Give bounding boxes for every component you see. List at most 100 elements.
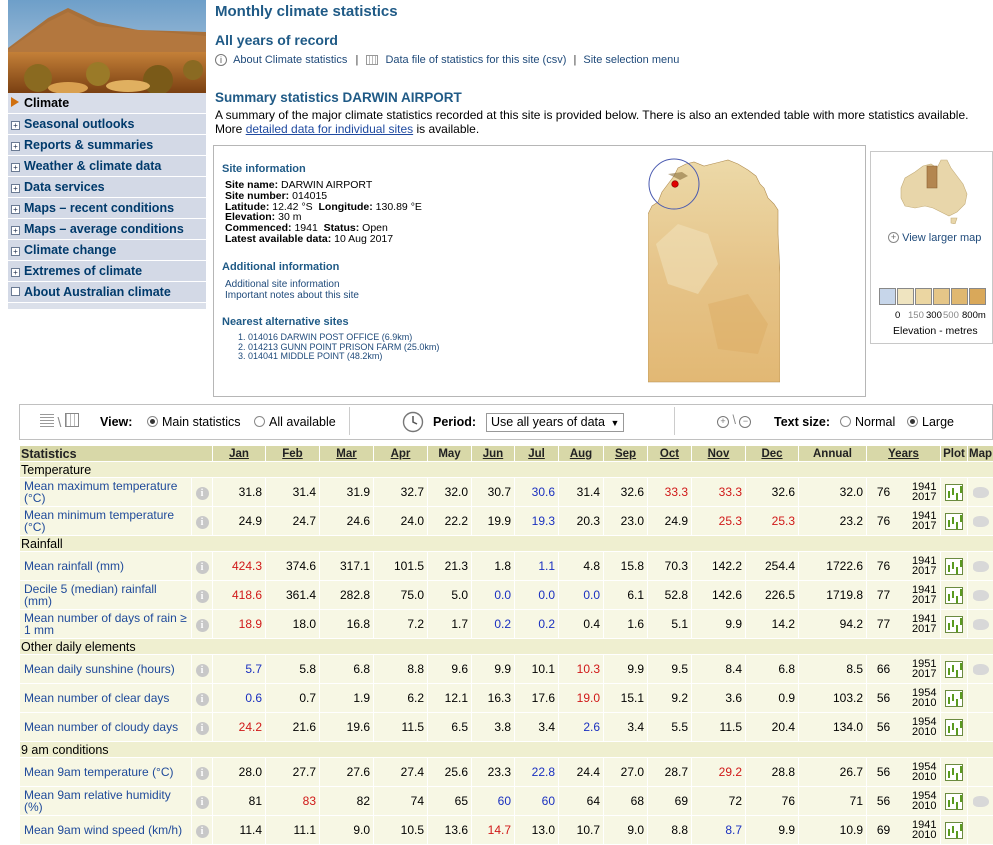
data-file-link[interactable]: Data file of statistics for this site (c…	[385, 54, 566, 66]
bar-chart-icon[interactable]	[945, 587, 963, 604]
annual-value-cell: 26.7	[799, 758, 867, 787]
statistic-name-link[interactable]: Mean number of clear days	[20, 684, 192, 713]
zoom-icons[interactable]: + \ −	[717, 413, 751, 428]
important-notes-link[interactable]: Important notes about this site	[225, 290, 359, 301]
value-cell: 0.9	[746, 684, 799, 713]
info-icon[interactable]: i	[196, 767, 209, 780]
column-header-sep[interactable]: Sep	[604, 446, 648, 462]
australia-map-icon[interactable]	[973, 590, 989, 601]
statistic-name-link[interactable]: Mean 9am wind speed (km/h)	[20, 816, 192, 845]
statistic-name-link[interactable]: Mean number of days of rain ≥ 1 mm	[20, 610, 192, 639]
info-cell: i	[192, 610, 213, 639]
about-climate-statistics-link[interactable]: About Climate statistics	[233, 54, 347, 66]
bar-chart-icon[interactable]	[945, 558, 963, 575]
statistic-name-link[interactable]: Decile 5 (median) rainfall (mm)	[20, 581, 192, 610]
info-icon[interactable]: i	[196, 825, 209, 838]
column-header-jun[interactable]: Jun	[472, 446, 515, 462]
bar-chart-icon[interactable]	[945, 764, 963, 781]
years-range: 19412017	[897, 614, 937, 634]
statistic-name-link[interactable]: Mean minimum temperature (°C)	[20, 507, 192, 536]
bar-chart-icon[interactable]	[945, 661, 963, 678]
zoom-in-icon: +	[717, 416, 729, 428]
value-cell: 69	[648, 787, 692, 816]
info-icon[interactable]: i	[196, 561, 209, 574]
sidebar-item-data-services[interactable]: +Data services	[8, 177, 206, 198]
australia-map-icon[interactable]	[973, 619, 989, 630]
australia-map-icon[interactable]	[973, 487, 989, 498]
list-view-icon	[40, 414, 54, 427]
additional-site-info-link[interactable]: Additional site information	[225, 279, 340, 290]
bar-chart-icon[interactable]	[945, 616, 963, 633]
statistic-name-link[interactable]: Mean 9am temperature (°C)	[20, 758, 192, 787]
value-cell: 32.6	[746, 478, 799, 507]
main-statistics-radio[interactable]: Main statistics	[147, 415, 241, 429]
info-icon[interactable]: i	[196, 722, 209, 735]
info-icon[interactable]: i	[196, 590, 209, 603]
info-icon[interactable]: i	[196, 796, 209, 809]
bar-chart-icon[interactable]	[945, 484, 963, 501]
statistic-name-link[interactable]: Mean number of cloudy days	[20, 713, 192, 742]
australia-map-icon[interactable]	[973, 796, 989, 807]
site-selection-link[interactable]: Site selection menu	[583, 54, 679, 66]
column-header-jul[interactable]: Jul	[515, 446, 559, 462]
statistic-name-link[interactable]: Mean daily sunshine (hours)	[20, 655, 192, 684]
divider-icon: \	[57, 414, 61, 430]
nearest-site-item[interactable]: 3. 014041 MIDDLE POINT (48.2km)	[238, 352, 439, 362]
australia-map-icon[interactable]	[973, 561, 989, 572]
view-toggle-icons[interactable]: \	[40, 413, 79, 430]
sidebar-item-weather-climate-data[interactable]: +Weather & climate data	[8, 156, 206, 177]
column-header-apr[interactable]: Apr	[374, 446, 428, 462]
value-cell: 0.4	[559, 610, 604, 639]
all-available-radio[interactable]: All available	[254, 415, 336, 429]
sidebar-item-about-australian-climate[interactable]: About Australian climate	[8, 282, 206, 303]
info-icon[interactable]: i	[196, 516, 209, 529]
australia-outline-map[interactable]	[897, 158, 971, 224]
bar-chart-icon[interactable]	[945, 513, 963, 530]
years-cell: 6919412010	[867, 816, 941, 845]
statistic-name-link[interactable]: Mean rainfall (mm)	[20, 552, 192, 581]
annual-value-cell: 8.5	[799, 655, 867, 684]
detailed-data-link[interactable]: detailed data for individual sites	[246, 122, 413, 136]
column-header-aug[interactable]: Aug	[559, 446, 604, 462]
value-cell: 19.3	[515, 507, 559, 536]
column-header-feb[interactable]: Feb	[266, 446, 320, 462]
bar-chart-icon[interactable]	[945, 822, 963, 839]
australia-map-icon[interactable]	[973, 516, 989, 527]
map-cell	[968, 610, 993, 639]
view-larger-map-link[interactable]: + View larger map	[888, 232, 981, 244]
value-cell: 9.5	[648, 655, 692, 684]
sidebar-item-seasonal-outlooks[interactable]: +Seasonal outlooks	[8, 114, 206, 135]
sidebar-item-reports-summaries[interactable]: +Reports & summaries	[8, 135, 206, 156]
column-header-nov[interactable]: Nov	[692, 446, 746, 462]
site-location-map[interactable]	[648, 154, 780, 387]
bar-chart-icon[interactable]	[945, 719, 963, 736]
sidebar-item-climate-change[interactable]: +Climate change	[8, 240, 206, 261]
large-text-radio[interactable]: Large	[907, 415, 954, 429]
latest-data-label: Latest available data:	[225, 233, 331, 245]
column-header-oct[interactable]: Oct	[648, 446, 692, 462]
value-cell: 22.2	[428, 507, 472, 536]
value-cell: 29.2	[692, 758, 746, 787]
sidebar-item-maps-average-conditions[interactable]: +Maps – average conditions	[8, 219, 206, 240]
statistic-name-link[interactable]: Mean maximum temperature (°C)	[20, 478, 192, 507]
column-header-dec[interactable]: Dec	[746, 446, 799, 462]
value-cell: 19.6	[320, 713, 374, 742]
column-header-years[interactable]: Years	[867, 446, 941, 462]
value-cell: 15.1	[604, 684, 648, 713]
australia-map-icon[interactable]	[973, 664, 989, 675]
sidebar-item-climate[interactable]: Climate	[8, 93, 206, 114]
column-header-mar[interactable]: Mar	[320, 446, 374, 462]
bar-chart-icon[interactable]	[945, 690, 963, 707]
zoom-out-icon: −	[739, 416, 751, 428]
info-icon[interactable]: i	[196, 693, 209, 706]
period-select[interactable]: Use all years of data ▼	[486, 413, 624, 432]
info-icon[interactable]: i	[196, 664, 209, 677]
bar-chart-icon[interactable]	[945, 793, 963, 810]
normal-text-radio[interactable]: Normal	[840, 415, 895, 429]
sidebar-item-extremes-of-climate[interactable]: +Extremes of climate	[8, 261, 206, 282]
sidebar-item-maps-recent-conditions[interactable]: +Maps – recent conditions	[8, 198, 206, 219]
info-icon[interactable]: i	[196, 487, 209, 500]
statistic-name-link[interactable]: Mean 9am relative humidity (%)	[20, 787, 192, 816]
info-icon[interactable]: i	[196, 619, 209, 632]
column-header-jan[interactable]: Jan	[213, 446, 266, 462]
